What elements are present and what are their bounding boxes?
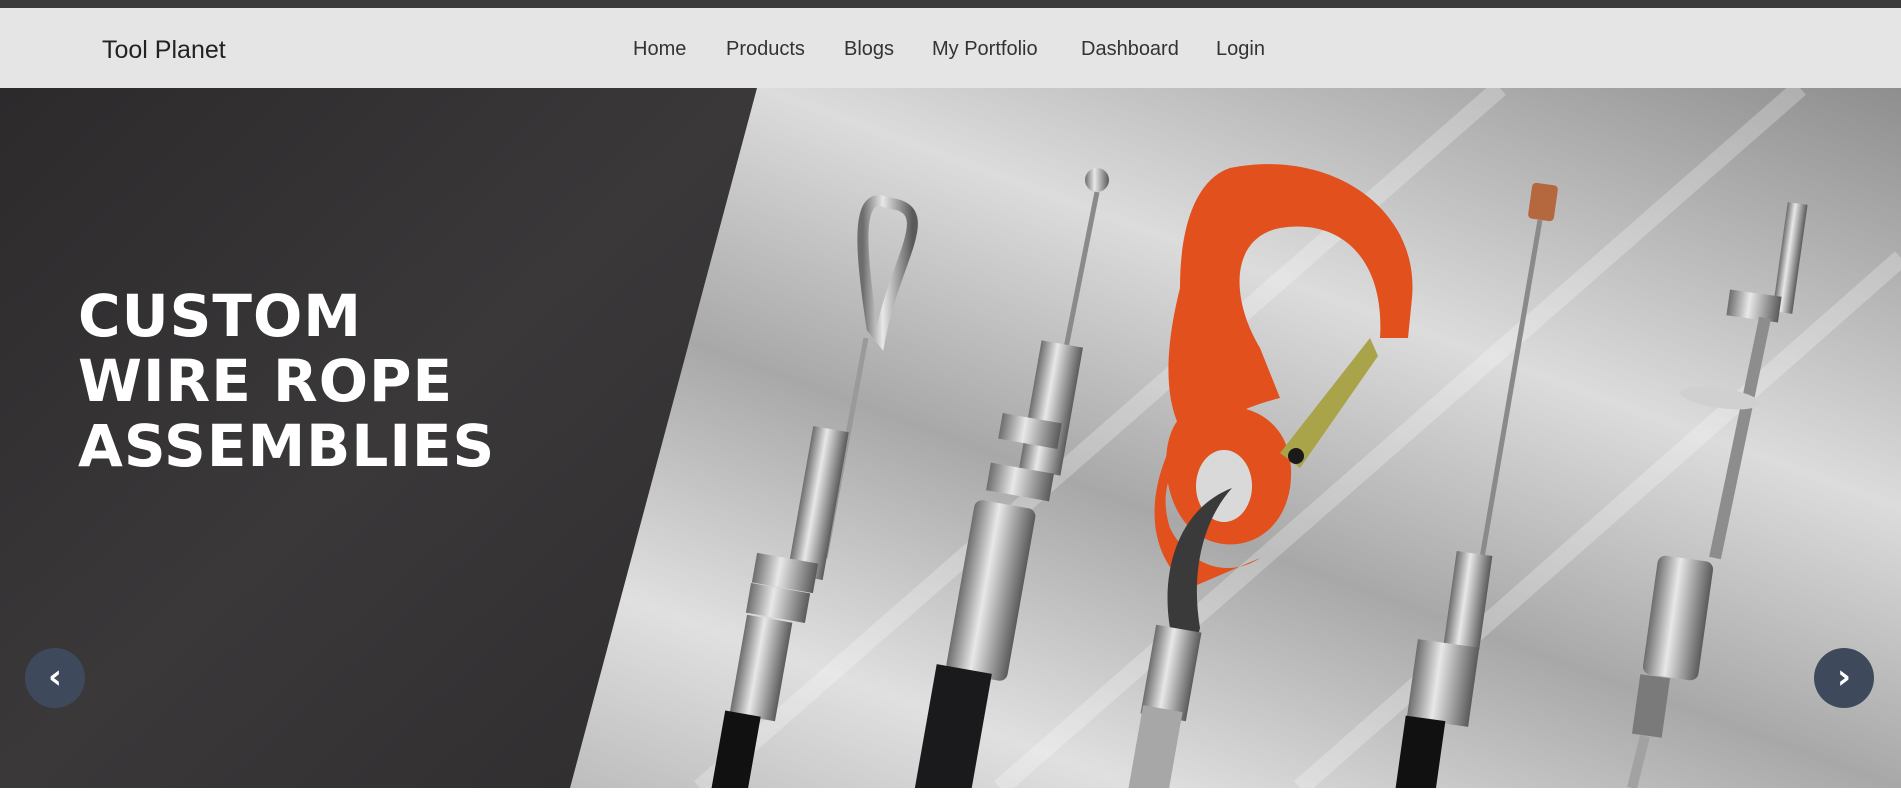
headline-line-3: ASSEMBLIES <box>78 412 496 480</box>
hero-carousel: CUSTOM WIRE ROPE ASSEMBLIES ‹ › <box>0 88 1901 788</box>
hero-headline: CUSTOM WIRE ROPE ASSEMBLIES <box>78 284 495 479</box>
chevron-left-icon: ‹ <box>47 657 62 697</box>
nav-my-portfolio[interactable]: My Portfolio <box>932 8 1038 88</box>
nav-home[interactable]: Home <box>633 8 686 88</box>
top-strip <box>0 0 1901 8</box>
carousel-next-button[interactable]: › <box>1814 648 1874 708</box>
page-content-area <box>0 788 1901 812</box>
navbar: Tool Planet Home Products Blogs My Portf… <box>0 8 1901 88</box>
nav-login[interactable]: Login <box>1216 8 1265 88</box>
headline-line-1: CUSTOM <box>78 282 363 350</box>
carousel-prev-button[interactable]: ‹ <box>25 648 85 708</box>
nav-dashboard[interactable]: Dashboard <box>1081 8 1179 88</box>
nav-links: Home Products Blogs My Portfolio Dashboa… <box>0 8 1901 88</box>
nav-products[interactable]: Products <box>726 8 805 88</box>
nav-blogs[interactable]: Blogs <box>844 8 894 88</box>
headline-line-2: WIRE ROPE <box>78 347 454 415</box>
chevron-right-icon: › <box>1836 657 1851 697</box>
